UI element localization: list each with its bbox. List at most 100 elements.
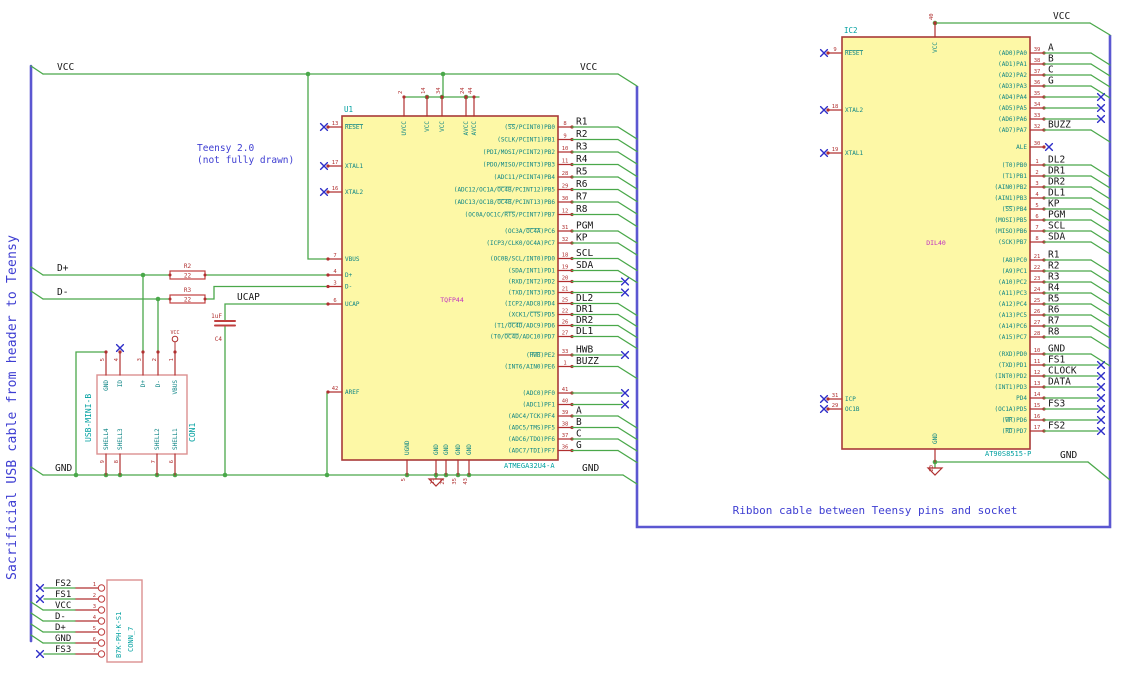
bus-entry[interactable] (1090, 314, 1111, 328)
bus-entry[interactable] (617, 126, 638, 140)
net-label-r5[interactable]: R5 (576, 167, 587, 178)
r2-value[interactable]: 22 (184, 272, 192, 279)
u1-part-name[interactable]: ATMEGA32U4-A (504, 462, 555, 470)
conn7-ref[interactable]: CONN_7 (127, 627, 135, 652)
bus-entry[interactable] (617, 365, 638, 380)
conn7-pin-circle-6[interactable] (97, 639, 106, 647)
net-label-dr1[interactable]: DR1 (1048, 166, 1065, 177)
bus-entry[interactable] (1090, 325, 1111, 339)
net-label-r4[interactable]: R4 (1048, 283, 1060, 294)
bus-entry[interactable] (622, 474, 638, 485)
con1-value[interactable]: USB-MINI-B (84, 394, 93, 442)
bus-entry[interactable] (617, 138, 638, 153)
ic2-part-name[interactable]: AT90S8515-P (985, 450, 1031, 458)
net-label-gnd[interactable]: GND (582, 463, 599, 474)
bus-entry[interactable] (617, 257, 638, 272)
bus-entry[interactable] (1090, 336, 1111, 350)
r3-value[interactable]: 22 (184, 296, 192, 303)
net-label-r1[interactable]: R1 (1048, 250, 1060, 261)
net-label-vcc[interactable]: VCC (57, 62, 74, 73)
bus-entry[interactable] (617, 415, 638, 429)
bus-entry[interactable] (30, 612, 44, 622)
bus-entry[interactable] (617, 324, 638, 339)
net-label-r2[interactable]: R2 (1048, 261, 1059, 272)
bus-entry[interactable] (1090, 186, 1111, 200)
con1-ref[interactable]: CON1 (188, 423, 197, 442)
net-label-pgm[interactable]: PGM (1048, 210, 1065, 221)
net-label-r8[interactable]: R8 (1048, 327, 1060, 338)
bus-entry[interactable] (617, 242, 638, 256)
bus-entry[interactable] (617, 449, 638, 464)
bus-entry[interactable] (617, 438, 638, 452)
bus-entry[interactable] (1090, 52, 1111, 66)
bus-entry[interactable] (30, 290, 44, 300)
bus-entry[interactable] (1089, 22, 1111, 36)
net-label-scl[interactable]: SCL (576, 248, 593, 259)
bus-entry[interactable] (1090, 259, 1111, 273)
bus-entry[interactable] (1090, 230, 1111, 244)
bus-entry[interactable] (617, 426, 638, 441)
conn7-value[interactable]: B7K-PH-K-S1 (115, 612, 123, 658)
c4-ref[interactable]: C4 (215, 336, 223, 343)
net-label-dr1[interactable]: DR1 (576, 304, 593, 315)
net-label-g[interactable]: G (576, 440, 582, 451)
net-label-kp[interactable]: KP (576, 233, 588, 244)
net-label-vcc[interactable]: VCC (580, 62, 597, 73)
bus-entry[interactable] (30, 65, 44, 75)
u1-ref[interactable]: U1 (344, 105, 353, 114)
net-label-r4[interactable]: R4 (576, 154, 588, 165)
net-label-fs2[interactable]: FS2 (1048, 421, 1065, 432)
net-label-gnd[interactable]: GND (55, 463, 72, 474)
conn7-pin-circle-3[interactable] (97, 606, 106, 614)
bus-entry[interactable] (1090, 63, 1111, 77)
net-label-a[interactable]: A (576, 406, 582, 417)
bus-entry[interactable] (30, 601, 44, 611)
bus-entry[interactable] (617, 188, 638, 203)
bus-entry[interactable] (617, 176, 638, 190)
bus-entry[interactable] (617, 73, 638, 87)
bus-entry[interactable] (1090, 241, 1111, 255)
bus-entry[interactable] (1090, 208, 1111, 222)
net-label-r1[interactable]: R1 (576, 117, 588, 128)
conn7-pin-circle-2[interactable] (97, 595, 106, 603)
conn7-pin-circle-7[interactable] (97, 650, 106, 658)
bus-entry[interactable] (617, 313, 638, 328)
bus-entry[interactable] (1090, 129, 1111, 143)
bus-entry[interactable] (1090, 281, 1111, 295)
net-label-clock[interactable]: CLOCK (1048, 366, 1077, 377)
bus-entry[interactable] (30, 466, 44, 476)
bus-entry[interactable] (1090, 175, 1111, 189)
bus-entry[interactable] (1090, 303, 1111, 317)
net-label-r3[interactable]: R3 (576, 142, 587, 153)
net-label-data[interactable]: DATA (1048, 377, 1071, 388)
wire[interactable] (204, 285, 329, 300)
vcc-symbol-icon[interactable] (171, 335, 179, 343)
net-label-sda[interactable]: SDA (1048, 232, 1065, 243)
bus-entry[interactable] (1090, 292, 1111, 306)
net-label-vcc[interactable]: VCC (1053, 11, 1070, 22)
conn7-pin-circle-4[interactable] (97, 617, 106, 625)
bus-entry[interactable] (1087, 461, 1111, 481)
bus-entry[interactable] (617, 201, 638, 215)
net-label-g[interactable]: G (1048, 76, 1054, 87)
net-label-r6[interactable]: R6 (576, 179, 588, 190)
bus-entry[interactable] (617, 302, 638, 317)
net-label-dl2[interactable]: DL2 (1048, 155, 1065, 166)
r3-ref[interactable]: R3 (184, 287, 192, 294)
conn7-pin-circle-5[interactable] (97, 628, 106, 636)
net-label-dr2[interactable]: DR2 (1048, 177, 1065, 188)
bus-entry[interactable] (1090, 270, 1111, 284)
net-label-r5[interactable]: R5 (1048, 294, 1059, 305)
net-label-c[interactable]: C (1048, 65, 1054, 76)
net-label-scl[interactable]: SCL (1048, 221, 1065, 232)
net-label-kp[interactable]: KP (1048, 199, 1060, 210)
net-label-buzz[interactable]: BUZZ (1048, 120, 1071, 131)
net-label-dl2[interactable]: DL2 (576, 293, 593, 304)
wire[interactable] (224, 303, 329, 322)
net-label-dl1[interactable]: DL1 (1048, 188, 1065, 199)
net-label-r7[interactable]: R7 (576, 192, 587, 203)
net-label-ucap[interactable]: UCAP (237, 292, 260, 303)
ic2-ref[interactable]: IC2 (844, 26, 858, 35)
net-label-b[interactable]: B (576, 417, 582, 428)
bus-entry[interactable] (30, 266, 44, 276)
